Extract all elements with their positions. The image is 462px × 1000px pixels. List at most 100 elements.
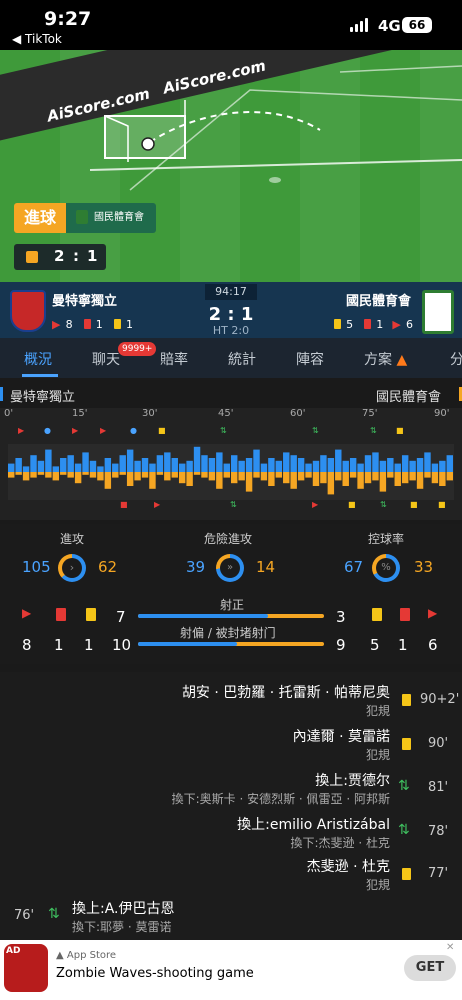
substitution-icon: ⇅ xyxy=(48,906,60,922)
yellow-card-icon: ■ xyxy=(396,426,404,435)
home-momentum-bar xyxy=(439,460,446,472)
away-momentum-bar xyxy=(394,472,401,486)
tab-chat[interactable]: 聊天 xyxy=(92,349,120,369)
signal-icon xyxy=(350,18,372,32)
possession-home: 67 xyxy=(344,558,364,576)
event-main: 杰斐逊 · 杜克 xyxy=(306,859,390,875)
away-momentum-bar xyxy=(8,472,15,478)
corner-flag-icon: ▶ xyxy=(392,318,401,331)
away-momentum-bar xyxy=(364,472,372,484)
ad-banner[interactable]: AD ▲ App Store Zombie Waves-shooting gam… xyxy=(0,940,462,1000)
list-item[interactable]: 內達爾 · 莫雷諾 犯規 90' xyxy=(0,726,462,766)
goal-label: 進球 xyxy=(14,203,66,233)
chat-badge: 9999+ xyxy=(118,342,157,356)
yellow-card-icon xyxy=(334,318,341,329)
away-momentum-bar xyxy=(104,472,112,489)
list-item[interactable]: 杰斐逊 · 杜克 犯規 77' xyxy=(0,856,462,896)
back-to-app-link[interactable]: ◀ TikTok xyxy=(12,32,62,46)
list-item[interactable]: 76' ⇅ 換上:A.伊巴古恩 換下:耶夢 · 莫雷诺 xyxy=(0,898,462,938)
app-store-icon: ▲ xyxy=(56,950,64,961)
home-event-row: ▶ ● ▶ ▶ ● ■ ⇅ ⇅ ⇅ ■ xyxy=(0,426,462,440)
home-momentum-bar xyxy=(8,463,15,472)
on-target-label: 射正 xyxy=(220,598,245,612)
home-momentum-bar xyxy=(231,455,238,472)
away-team-logo[interactable] xyxy=(422,290,454,334)
yellow-card-icon xyxy=(402,694,411,706)
list-item[interactable]: 換上:emilio Aristizábal 換下:杰斐逊 · 杜克 ⇅ 78' xyxy=(0,814,462,854)
corner-flag-icon: ▶ xyxy=(18,426,25,435)
away-momentum-bar xyxy=(89,472,97,478)
away-momentum-bar xyxy=(164,472,171,481)
close-icon[interactable]: ✕ xyxy=(446,942,454,953)
away-momentum-bar xyxy=(335,472,342,481)
away-momentum-bar xyxy=(401,472,409,484)
tab-overview[interactable]: 概況 xyxy=(24,349,52,369)
get-button[interactable]: GET xyxy=(404,955,456,981)
tab-more[interactable]: 分 xyxy=(450,349,462,369)
home-momentum-bar xyxy=(193,446,201,472)
home-momentum-bar xyxy=(82,452,89,472)
home-momentum-bar xyxy=(416,458,424,472)
tab-lineup[interactable]: 陣容 xyxy=(296,349,324,369)
yellow-card-icon xyxy=(402,738,411,750)
event-main: 換上:贾德尔 xyxy=(315,773,390,789)
fire-icon: ▲ xyxy=(396,352,408,368)
momentum-timeline[interactable]: 0' 15' 30' 45' 60' 75' 90' ▶ ● ▶ ▶ ● ■ ⇅… xyxy=(0,408,462,520)
away-momentum-bar xyxy=(171,472,178,478)
home-momentum-bar xyxy=(171,458,178,472)
away-momentum-bar xyxy=(424,472,431,478)
substitution-icon: ⇅ xyxy=(380,500,387,509)
away-momentum-bar xyxy=(156,472,164,475)
event-main: 換上:A.伊巴古恩 xyxy=(72,901,175,917)
app-store-label: ▲ App Store xyxy=(56,950,117,961)
tab-odds[interactable]: 賠率 xyxy=(160,349,188,369)
away-momentum-bar xyxy=(372,472,379,481)
goal-team: 國民體育會 xyxy=(66,203,156,233)
away-momentum-bar xyxy=(290,472,297,489)
possession-label: 控球率 xyxy=(368,532,405,546)
home-momentum-bar xyxy=(268,458,275,472)
home-team-logo[interactable] xyxy=(10,290,46,332)
event-sub: 犯規 xyxy=(365,878,390,892)
attack-ring: › xyxy=(58,554,86,582)
event-sub: 換下:奥斯卡 · 安德烈斯 · 佩雷亞 · 阿邦斯 xyxy=(171,792,390,806)
danger-away: 14 xyxy=(256,558,276,576)
list-item[interactable]: 胡安 · 巴勃羅 · 托雷斯 · 帕蒂尼奥 犯規 90+2' xyxy=(0,682,462,722)
red-card-icon xyxy=(56,608,66,621)
home-momentum-bar xyxy=(126,449,134,472)
home-momentum-bar xyxy=(164,452,171,472)
live-score-sep: : xyxy=(73,247,79,265)
home-momentum-bar xyxy=(275,460,283,472)
match-score: 2 : 1 xyxy=(208,304,254,325)
away-momentum-bar xyxy=(253,472,260,478)
away-momentum-bar xyxy=(245,472,253,492)
list-item[interactable]: 換上:贾德尔 換下:奥斯卡 · 安德烈斯 · 佩雷亞 · 阿邦斯 ⇅ 81' xyxy=(0,770,462,810)
home-momentum-bar xyxy=(74,463,82,472)
tab-bar: 概況 聊天 賠率 統計 陣容 方案 ▲ 分 xyxy=(0,338,462,378)
home-team-name[interactable]: 曼特寧獨立 xyxy=(52,290,117,309)
home-momentum-bar xyxy=(364,455,372,472)
tab-stats[interactable]: 統計 xyxy=(228,349,256,369)
away-momentum-bar xyxy=(126,472,134,486)
home-momentum-bar xyxy=(15,458,22,472)
away-red-stat: 1 xyxy=(398,636,408,654)
away-momentum-bar xyxy=(349,472,357,478)
club-badge-icon xyxy=(76,210,88,224)
event-minute: 76' xyxy=(14,908,35,923)
goal-icon: ● xyxy=(130,426,137,435)
match-clock: 94:17 xyxy=(205,284,257,300)
substitution-icon: ⇅ xyxy=(398,778,410,794)
away-momentum-bar xyxy=(305,472,312,478)
red-card-icon xyxy=(83,318,91,329)
corner-flag-icon: ▶ xyxy=(428,606,438,620)
home-momentum-bar xyxy=(156,455,164,472)
home-momentum-bar xyxy=(216,452,223,472)
goal-net-icon xyxy=(104,100,186,162)
battery-icon: 66 xyxy=(402,17,432,33)
away-team-name[interactable]: 國民體育會 xyxy=(346,290,411,309)
away-momentum-bar xyxy=(149,472,156,489)
away-momentum-bar xyxy=(22,472,30,481)
away-red-cards: 1 xyxy=(376,318,384,331)
tab-tips[interactable]: 方案 ▲ xyxy=(364,349,407,369)
on-target-bar xyxy=(138,614,324,618)
